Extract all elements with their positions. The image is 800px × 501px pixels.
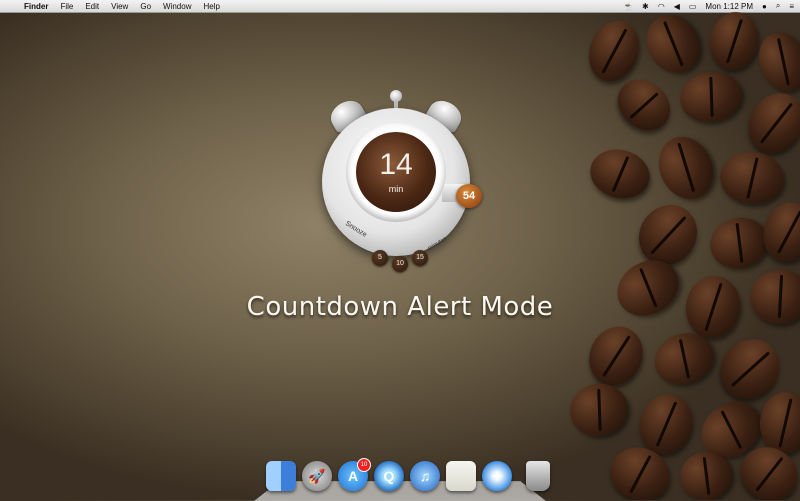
menu-clock[interactable]: Mon 1:12 PM	[705, 2, 753, 11]
spotlight-search-icon[interactable]: ⌕	[776, 1, 780, 11]
clock-top-knob-icon[interactable]	[390, 90, 402, 102]
timer-display: 14 min	[356, 132, 436, 212]
menu-file[interactable]: File	[54, 2, 79, 11]
timer-minutes: 14	[379, 148, 413, 181]
bluetooth-icon[interactable]: ✱	[642, 2, 649, 11]
battery-icon[interactable]: ▭	[689, 2, 697, 11]
volume-icon[interactable]: ◀	[674, 2, 680, 11]
coffee-beans-decoration	[550, 12, 800, 500]
finder-icon[interactable]	[266, 461, 296, 491]
timer-unit-label: min	[388, 184, 404, 194]
list-icon[interactable]: ≡	[789, 2, 794, 11]
safari-icon[interactable]: ✦	[482, 461, 512, 491]
user-icon[interactable]: ●	[762, 2, 767, 11]
app-store-badge: 10	[357, 458, 371, 472]
snooze-label: Snooze	[343, 220, 368, 239]
app-store-icon[interactable]: A 10	[338, 458, 371, 491]
launchpad-icon[interactable]: 🚀	[302, 461, 332, 491]
wifi-icon[interactable]: ◠	[658, 2, 665, 11]
menu-window[interactable]: Window	[157, 2, 197, 11]
menu-edit[interactable]: Edit	[79, 2, 105, 11]
snooze-5-button[interactable]: 5	[372, 250, 388, 266]
menu-help[interactable]: Help	[197, 2, 225, 11]
mode-caption: Countdown Alert Mode	[246, 292, 554, 322]
trash-icon[interactable]	[526, 461, 550, 491]
dock: 🚀 A 10 Q ♫ ✦	[266, 458, 550, 493]
coffee-cup: 14 min	[346, 122, 446, 222]
snooze-15-button[interactable]: 15	[412, 250, 428, 266]
countdown-timer-widget[interactable]: 14 min 54 Snooze minutes 5 10 15	[318, 88, 482, 272]
clock-face: 14 min 54 Snooze minutes 5 10 15	[322, 108, 482, 272]
snooze-minutes-label: minutes	[427, 235, 449, 253]
quicktime-icon[interactable]: Q	[374, 461, 404, 491]
notes-icon[interactable]	[446, 461, 476, 491]
menu-go[interactable]: Go	[134, 2, 157, 11]
menu-app-finder[interactable]: Finder	[18, 2, 54, 11]
coffee-cup-status-icon[interactable]: ☕	[623, 2, 633, 11]
itunes-icon[interactable]: ♫	[410, 461, 440, 491]
menu-view[interactable]: View	[105, 2, 134, 11]
snooze-10-button[interactable]: 10	[392, 256, 408, 272]
timer-seconds-badge: 54	[456, 184, 482, 208]
